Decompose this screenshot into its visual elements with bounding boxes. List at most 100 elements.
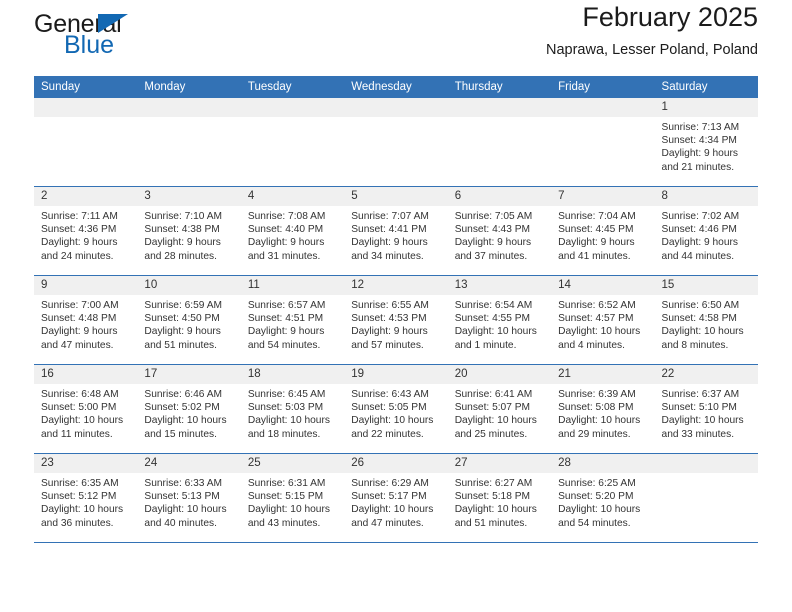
day-sun-info: Sunrise: 6:52 AM Sunset: 4:57 PM Daylight:… [551,295,654,352]
day-number: 5 [344,187,448,206]
daylight-text: Daylight: 10 hours and 51 minutes. [454,504,537,529]
calendar-day-cell[interactable]: 24 Sunrise: 6:33 AM Sunset: 5:13 PM Dayligh… [137,453,241,543]
calendar-day-cell[interactable]: 23 Sunrise: 6:35 AM Sunset: 5:12 PM Dayligh… [34,453,138,543]
sunset-text: Sunset: 4:53 PM [351,313,427,325]
day-number: 25 [240,454,345,473]
calendar-day-cell[interactable]: 19 Sunrise: 6:43 AM Sunset: 5:05 PM Dayligh… [344,364,448,454]
weekday-header-wednesday: Wednesday [344,76,448,98]
calendar-day-cell[interactable]: 26 Sunrise: 6:29 AM Sunset: 5:17 PM Dayligh… [344,453,448,543]
daylight-text: Daylight: 10 hours and 18 minutes. [247,415,330,440]
daylight-text: Daylight: 9 hours and 44 minutes. [661,237,738,262]
day-number: 28 [551,454,655,473]
daylight-text: Daylight: 9 hours and 51 minutes. [144,326,221,351]
day-sun-info: Sunrise: 7:08 AM Sunset: 4:40 PM Daylight:… [241,206,344,263]
daylight-text: Daylight: 9 hours and 54 minutes. [247,326,325,351]
day-number: 22 [654,365,758,384]
calendar-day-cell[interactable]: 20 Sunrise: 6:41 AM Sunset: 5:07 PM Dayligh… [447,364,552,454]
day-number: 7 [551,187,655,206]
sunset-text: Sunset: 5:13 PM [144,491,220,503]
calendar-day-cell[interactable]: 2 Sunrise: 7:11 AM Sunset: 4:36 PM Daylight… [34,186,138,276]
calendar-day-cell[interactable]: 15 Sunrise: 6:50 AM Sunset: 4:58 PM Dayligh… [654,275,758,365]
weekday-header-friday: Friday [551,76,655,98]
sunrise-text: Sunrise: 6:59 AM [144,300,223,311]
calendar-week-row: 1 Sunrise: 7:13 AM Sunset: 4:34 PM Daylight… [34,98,758,187]
daylight-text: Daylight: 10 hours and 29 minutes. [558,415,641,440]
sunset-text: Sunset: 4:48 PM [41,313,117,325]
daylight-text: Daylight: 10 hours and 11 minutes. [41,415,124,440]
calendar-day-cell[interactable]: 3 Sunrise: 7:10 AM Sunset: 4:38 PM Daylight… [137,186,241,276]
sunset-text: Sunset: 5:18 PM [454,491,531,503]
daylight-text: Daylight: 9 hours and 47 minutes. [41,326,118,351]
calendar-day-cell[interactable]: 4 Sunrise: 7:08 AM Sunset: 4:40 PM Daylight… [240,186,345,276]
sunrise-text: Sunrise: 6:25 AM [558,478,636,489]
calendar-day-cell[interactable]: 28 Sunrise: 6:25 AM Sunset: 5:20 PM Dayligh… [551,453,655,543]
sunrise-text: Sunrise: 7:13 AM [661,122,740,133]
calendar-day-cell[interactable]: 22 Sunrise: 6:37 AM Sunset: 5:10 PM Dayligh… [654,364,758,454]
calendar-day-cell[interactable]: 25 Sunrise: 6:31 AM Sunset: 5:15 PM Dayligh… [240,453,345,543]
daylight-text: Daylight: 10 hours and 25 minutes. [454,415,537,440]
page-title: February 2025 [582,2,758,32]
day-number: 20 [447,365,552,384]
day-sun-info: Sunrise: 6:46 AM Sunset: 5:02 PM Daylight:… [137,384,240,441]
daylight-text: Daylight: 9 hours and 31 minutes. [247,237,325,262]
daylight-text: Daylight: 10 hours and 47 minutes. [351,504,434,529]
sunrise-text: Sunrise: 7:00 AM [41,300,119,311]
sunrise-text: Sunrise: 6:35 AM [41,478,119,489]
location-subtitle: Naprawa, Lesser Poland, Poland [546,42,758,59]
calendar-day-cell[interactable]: 5 Sunrise: 7:07 AM Sunset: 4:41 PM Daylight… [344,186,448,276]
day-number: 13 [447,276,552,295]
calendar-day-cell[interactable]: 14 Sunrise: 6:52 AM Sunset: 4:57 PM Dayligh… [551,275,655,365]
day-sun-info: Sunrise: 7:10 AM Sunset: 4:38 PM Daylight:… [137,206,240,263]
daylight-text: Daylight: 10 hours and 43 minutes. [247,504,330,529]
calendar-week-row: 16 Sunrise: 6:48 AM Sunset: 5:00 PM Dayligh… [34,364,758,454]
calendar-day-cell-empty [34,98,138,187]
calendar-day-cell[interactable]: 12 Sunrise: 6:55 AM Sunset: 4:53 PM Dayligh… [344,275,448,365]
calendar-day-cell[interactable]: 8 Sunrise: 7:02 AM Sunset: 4:46 PM Daylight… [654,186,758,276]
weekday-header-tuesday: Tuesday [240,76,345,98]
calendar-day-cell[interactable]: 10 Sunrise: 6:59 AM Sunset: 4:50 PM Dayligh… [137,275,241,365]
day-number [551,98,655,117]
calendar-day-cell[interactable]: 7 Sunrise: 7:04 AM Sunset: 4:45 PM Daylight… [551,186,655,276]
daylight-text: Daylight: 9 hours and 37 minutes. [454,237,532,262]
calendar-day-cell[interactable]: 21 Sunrise: 6:39 AM Sunset: 5:08 PM Dayligh… [551,364,655,454]
day-number [654,454,758,473]
sunset-text: Sunset: 5:10 PM [661,402,737,414]
day-number [240,98,345,117]
day-sun-info: Sunrise: 6:43 AM Sunset: 5:05 PM Daylight:… [344,384,447,441]
calendar-body: 1 Sunrise: 7:13 AM Sunset: 4:34 PM Daylight… [34,98,758,543]
weekday-header-thursday: Thursday [447,76,552,98]
sunrise-text: Sunrise: 6:37 AM [661,389,740,400]
sunrise-text: Sunrise: 6:46 AM [144,389,223,400]
day-sun-info: Sunrise: 6:45 AM Sunset: 5:03 PM Daylight:… [241,384,344,441]
calendar-day-cell[interactable]: 6 Sunrise: 7:05 AM Sunset: 4:43 PM Daylight… [447,186,552,276]
sunset-text: Sunset: 5:02 PM [144,402,220,414]
day-number: 12 [344,276,448,295]
sunrise-text: Sunrise: 7:08 AM [247,211,326,222]
calendar-day-cell[interactable]: 9 Sunrise: 7:00 AM Sunset: 4:48 PM Daylight… [34,275,138,365]
sunset-text: Sunset: 5:08 PM [558,402,634,414]
calendar-day-cell[interactable]: 11 Sunrise: 6:57 AM Sunset: 4:51 PM Dayligh… [240,275,345,365]
sunset-text: Sunset: 4:46 PM [661,224,737,236]
general-blue-logo[interactable]: General Blue [34,6,244,66]
sunset-text: Sunset: 4:45 PM [558,224,634,236]
sunset-text: Sunset: 5:05 PM [351,402,427,414]
day-number: 17 [137,365,241,384]
calendar-week-row: 23 Sunrise: 6:35 AM Sunset: 5:12 PM Dayligh… [34,453,758,543]
calendar-day-cell-empty [447,98,552,187]
calendar-day-cell[interactable]: 16 Sunrise: 6:48 AM Sunset: 5:00 PM Dayligh… [34,364,138,454]
calendar-day-cell-empty [654,453,758,543]
day-number [447,98,552,117]
sunrise-text: Sunrise: 6:43 AM [351,389,429,400]
calendar-day-cell[interactable]: 27 Sunrise: 6:27 AM Sunset: 5:18 PM Dayligh… [447,453,552,543]
calendar-day-cell[interactable]: 17 Sunrise: 6:46 AM Sunset: 5:02 PM Dayligh… [137,364,241,454]
title-block: February 2025 Naprawa, Lesser Poland, Po… [546,0,758,58]
calendar-day-cell[interactable]: 13 Sunrise: 6:54 AM Sunset: 4:55 PM Dayligh… [447,275,552,365]
daylight-text: Daylight: 10 hours and 54 minutes. [558,504,641,529]
day-sun-info: Sunrise: 6:55 AM Sunset: 4:53 PM Daylight:… [344,295,447,352]
day-number: 11 [240,276,345,295]
calendar-day-cell[interactable]: 1 Sunrise: 7:13 AM Sunset: 4:34 PM Daylight… [654,98,758,187]
day-number [344,98,448,117]
sunrise-text: Sunrise: 7:05 AM [454,211,533,222]
calendar-day-cell[interactable]: 18 Sunrise: 6:45 AM Sunset: 5:03 PM Dayligh… [240,364,345,454]
sunrise-text: Sunrise: 6:54 AM [454,300,533,311]
